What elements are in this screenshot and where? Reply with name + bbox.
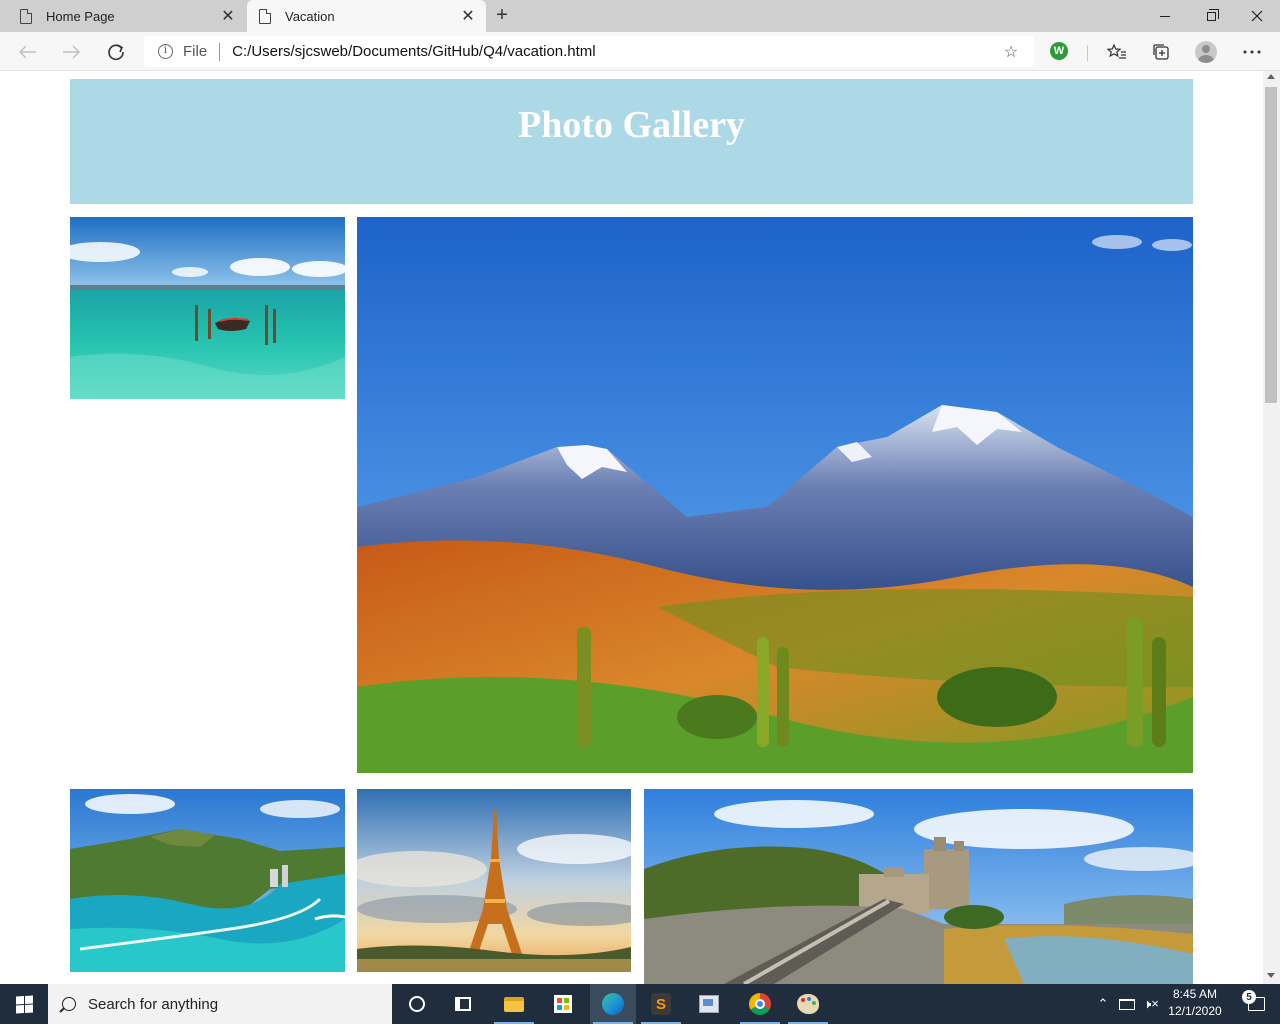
toolbar-divider [1087,45,1088,61]
network-icon[interactable] [1116,984,1138,1024]
close-icon [1251,10,1263,22]
diamond-head-image [70,789,345,972]
favorites-button[interactable] [1104,39,1130,65]
photo-diamond-head[interactable] [70,789,345,972]
browser-toolbar: i File C:/Users/sjcsweb/Documents/GitHub… [0,32,1280,71]
scroll-thumb[interactable] [1265,87,1277,403]
eiffel-tower-image [357,789,631,972]
profile-avatar[interactable] [1195,41,1217,63]
tropical-sea-image [70,217,345,399]
favorites-icon [1107,43,1126,59]
extension-w-icon[interactable]: W [1050,42,1068,60]
close-window-button[interactable] [1234,0,1280,32]
minimize-button[interactable] [1142,0,1188,32]
collections-icon [1153,44,1169,60]
cortana-icon [409,996,425,1012]
taskbar-search-box[interactable]: Search for anything [48,984,392,1024]
tab-label: Home Page [46,8,115,24]
restore-button[interactable] [1188,0,1234,32]
back-arrow-icon [19,45,36,59]
address-bar[interactable]: i File C:/Users/sjcsweb/Documents/GitHub… [144,36,1034,67]
show-hidden-icons-button[interactable]: ⌃ [1094,984,1112,1024]
address-divider [219,42,221,61]
url-text[interactable]: C:/Users/sjcsweb/Documents/GitHub/Q4/vac… [232,43,1000,60]
volume-muted-icon[interactable]: 🕨× [1140,984,1162,1024]
paint-button[interactable] [686,984,732,1024]
back-button[interactable] [15,39,41,65]
photo-mountains[interactable] [357,217,1193,773]
sublime-text-button[interactable]: S [638,984,684,1024]
scroll-up-arrow-icon[interactable] [1267,74,1275,79]
photo-eiffel-tower[interactable] [357,789,631,972]
castle-image [644,789,1193,984]
page-title: Photo Gallery [518,104,745,146]
photo-castle[interactable] [644,789,1193,984]
collections-button[interactable] [1148,39,1174,65]
refresh-button[interactable] [103,39,129,65]
browser-title-bar: Home Page ✕ Vacation ✕ + [0,0,1280,32]
paint-3d-icon [797,994,819,1014]
file-explorer-icon [504,996,524,1012]
refresh-icon [108,44,124,61]
tab-close-icon[interactable]: ✕ [216,6,240,26]
more-button[interactable] [1239,39,1265,65]
system-clock[interactable]: 8:45 AM 12/1/2020 [1162,986,1228,1022]
store-button[interactable] [540,984,586,1024]
notification-count-badge: 5 [1242,990,1256,1004]
page-viewport: Photo Gallery [0,71,1263,984]
chrome-button[interactable] [737,984,783,1024]
store-icon [554,995,572,1013]
edge-button[interactable] [590,984,636,1024]
search-icon [62,997,76,1011]
edge-icon [602,993,624,1015]
tab-home-page[interactable]: Home Page ✕ [8,0,246,32]
forward-button[interactable] [58,39,84,65]
document-icon [259,8,271,24]
windows-logo-icon [15,995,33,1013]
forward-arrow-icon [63,45,80,59]
photo-tropical-sea[interactable] [70,217,345,399]
clock-date: 12/1/2020 [1168,1004,1222,1018]
star-icon[interactable]: ☆ [1000,42,1022,62]
more-icon [1243,50,1261,54]
mountains-image [357,217,1193,773]
minimize-icon [1160,15,1170,17]
vertical-scrollbar[interactable] [1263,71,1280,984]
clock-time: 8:45 AM [1172,987,1218,1001]
search-placeholder: Search for anything [88,995,219,1013]
task-view-icon [455,997,471,1011]
scheme-label: File [183,43,208,60]
scroll-down-arrow-icon[interactable] [1267,973,1275,978]
cortana-button[interactable] [394,984,440,1024]
new-tab-button[interactable]: + [490,4,514,28]
tab-close-icon[interactable]: ✕ [456,6,480,26]
task-view-button[interactable] [440,984,486,1024]
chrome-icon [749,993,771,1015]
start-button[interactable] [0,984,48,1024]
gallery-header: Photo Gallery [70,79,1193,204]
paint-icon [699,995,719,1013]
action-center-button[interactable]: 5 [1232,984,1280,1024]
windows-taskbar: Search for anything S ⌃ 🕨× 8:45 AM 12/1/… [0,984,1280,1024]
tab-label: Vacation [285,8,335,24]
document-icon [20,8,32,24]
info-icon[interactable]: i [158,44,173,59]
file-explorer-button[interactable] [491,984,537,1024]
tab-vacation[interactable]: Vacation ✕ [247,0,486,32]
sublime-text-icon: S [651,993,671,1015]
paint-3d-button[interactable] [785,984,831,1024]
restore-icon [1206,8,1219,21]
